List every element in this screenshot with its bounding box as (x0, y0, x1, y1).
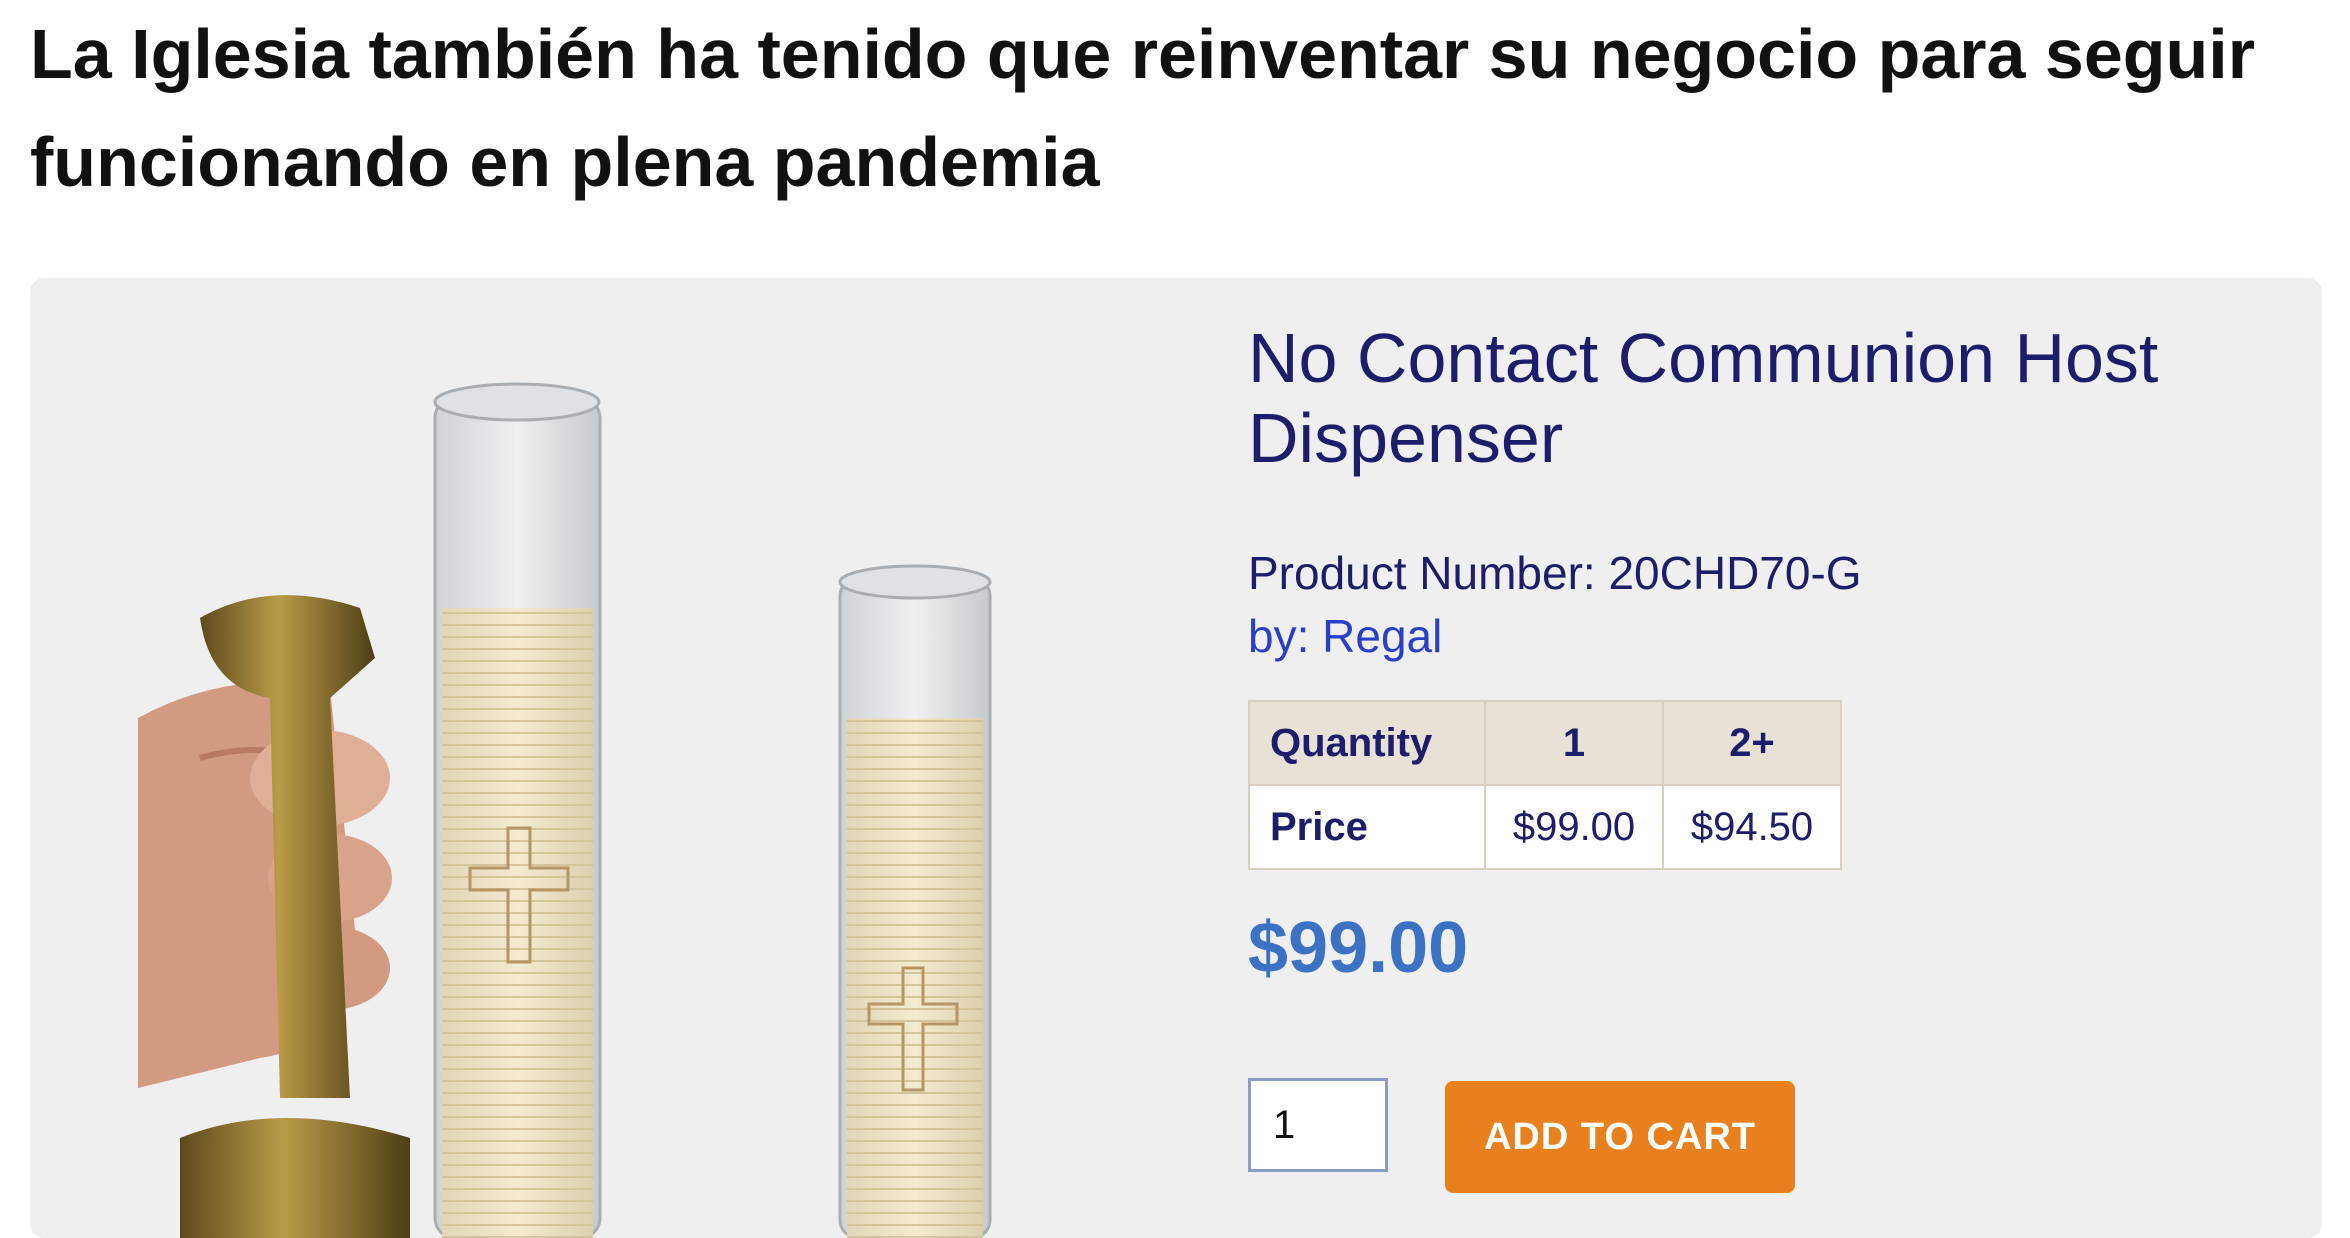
tier-price: $94.50 (1662, 784, 1842, 870)
brand-link[interactable]: Regal (1322, 610, 1442, 662)
add-to-cart-button[interactable]: ADD TO CART (1445, 1081, 1795, 1193)
brand-prefix: by: (1248, 610, 1323, 662)
tier-qty: 1 (1484, 700, 1664, 786)
product-card: No Contact Communion Host Dispenser Prod… (30, 278, 2322, 1238)
table-row: Price $99.00 $94.50 (1248, 784, 1842, 870)
article-headline: La Iglesia también ha tenido que reinven… (30, 15, 2255, 201)
product-title: No Contact Communion Host Dispenser (1248, 319, 2159, 477)
product-number: Product Number: 20CHD70-G (1248, 547, 1862, 599)
quantity-input[interactable] (1248, 1078, 1388, 1172)
quantity-pricing-table: Quantity 1 2+ Price $99.00 $94.50 (1248, 700, 1842, 870)
table-row: Quantity 1 2+ (1248, 700, 1842, 786)
quantity-header: Quantity (1248, 700, 1486, 786)
price-header: Price (1248, 784, 1486, 870)
product-brand: by: Regal (1248, 606, 1442, 666)
tier-price: $99.00 (1484, 784, 1664, 870)
product-price: $99.00 (1248, 908, 1469, 988)
tier-qty: 2+ (1662, 700, 1842, 786)
product-image (30, 278, 1200, 1238)
